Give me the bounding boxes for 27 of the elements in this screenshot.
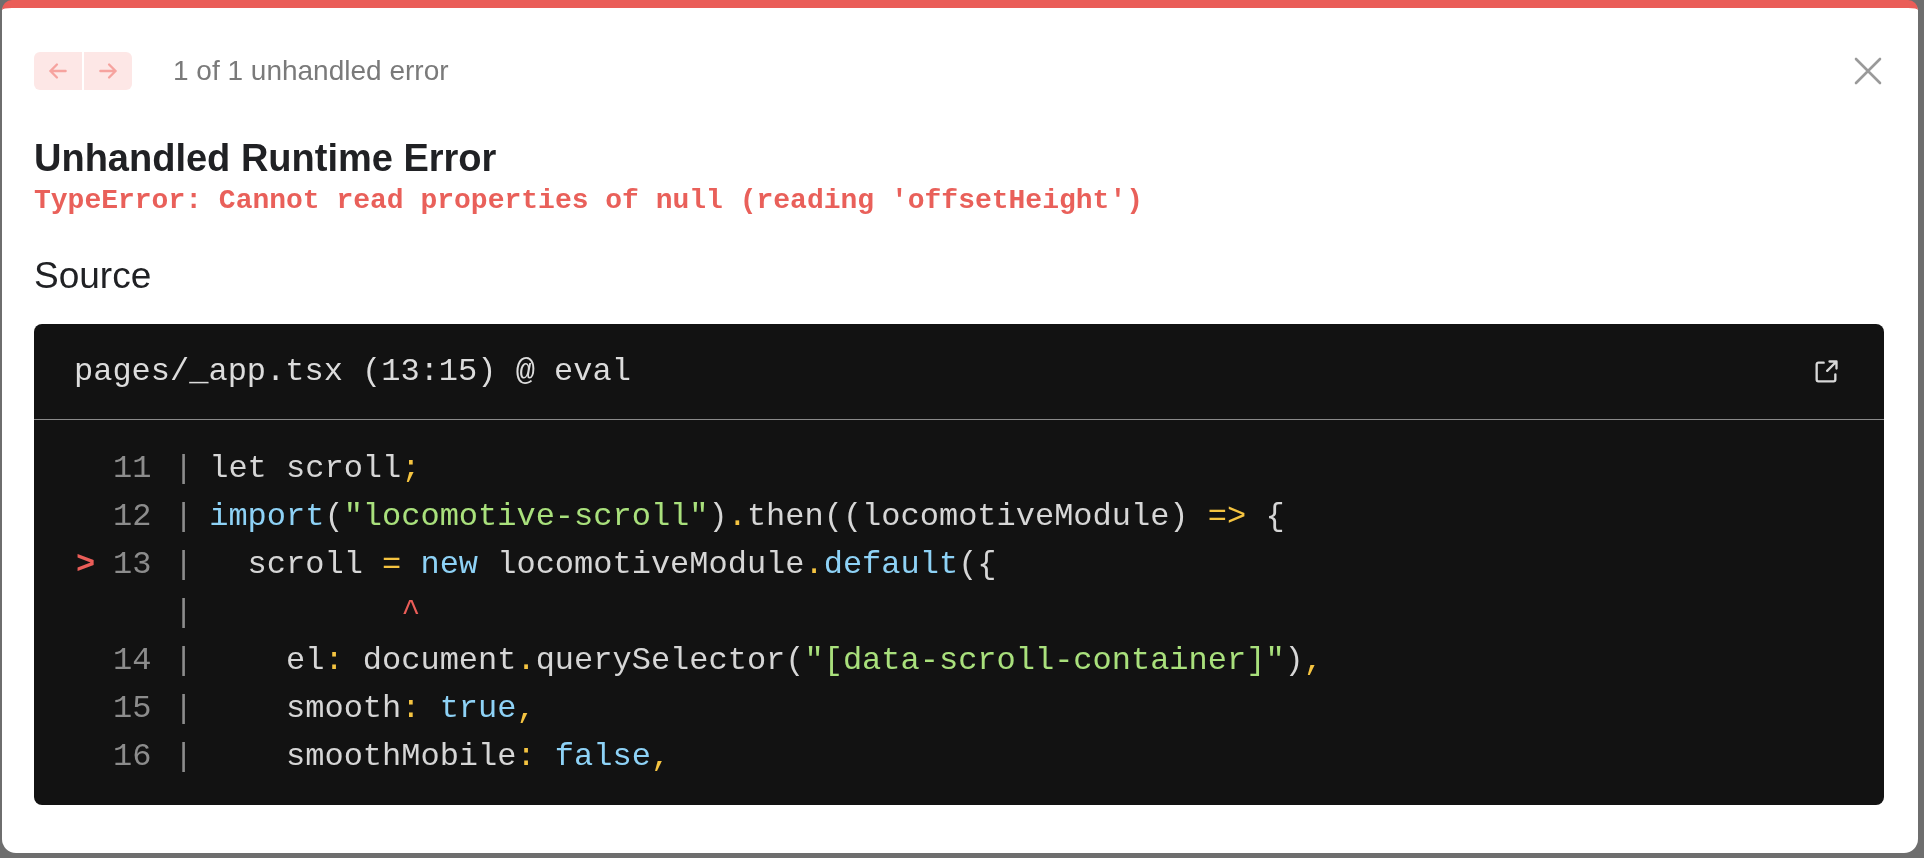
code-line: el: document.querySelector("[data-scroll-container]"),	[285, 641, 1323, 679]
error-caret: ^	[400, 593, 421, 631]
gutter-divider: |	[174, 497, 194, 535]
code-line: import("locomotive-scroll").then((locomotiveModule) => {	[209, 497, 1285, 535]
error-counter: 1 of 1 unhandled error	[173, 55, 449, 87]
gutter-divider: |	[174, 641, 194, 679]
line-number: 16	[113, 737, 150, 775]
line-number: 15	[113, 689, 150, 727]
error-line-marker: >	[76, 545, 97, 583]
line-number: 13	[113, 545, 150, 583]
gutter-divider: |	[174, 737, 194, 775]
code-line: smooth: true,	[285, 689, 536, 727]
error-title: Unhandled Runtime Error	[34, 136, 498, 180]
line-number: 14	[113, 641, 150, 679]
gutter-divider: |	[174, 545, 194, 583]
gutter-divider: |	[174, 593, 194, 631]
gutter-divider: |	[174, 689, 194, 727]
code-line: scroll = new locomotiveModule.default({	[246, 545, 997, 583]
gutter-divider: |	[174, 449, 194, 487]
line-number: 11	[113, 449, 150, 487]
line-number: 12	[113, 497, 150, 535]
close-icon[interactable]	[1854, 57, 1882, 85]
error-message: TypeError: Cannot read properties of null (reading 'offsetHeight')	[34, 184, 1144, 218]
code-line: smoothMobile: false,	[285, 737, 671, 775]
code-line: let scroll;	[209, 449, 421, 487]
section-heading: Source	[34, 254, 153, 298]
file-location[interactable]: pages/_app.tsx (13:15) @ eval	[74, 353, 1812, 390]
